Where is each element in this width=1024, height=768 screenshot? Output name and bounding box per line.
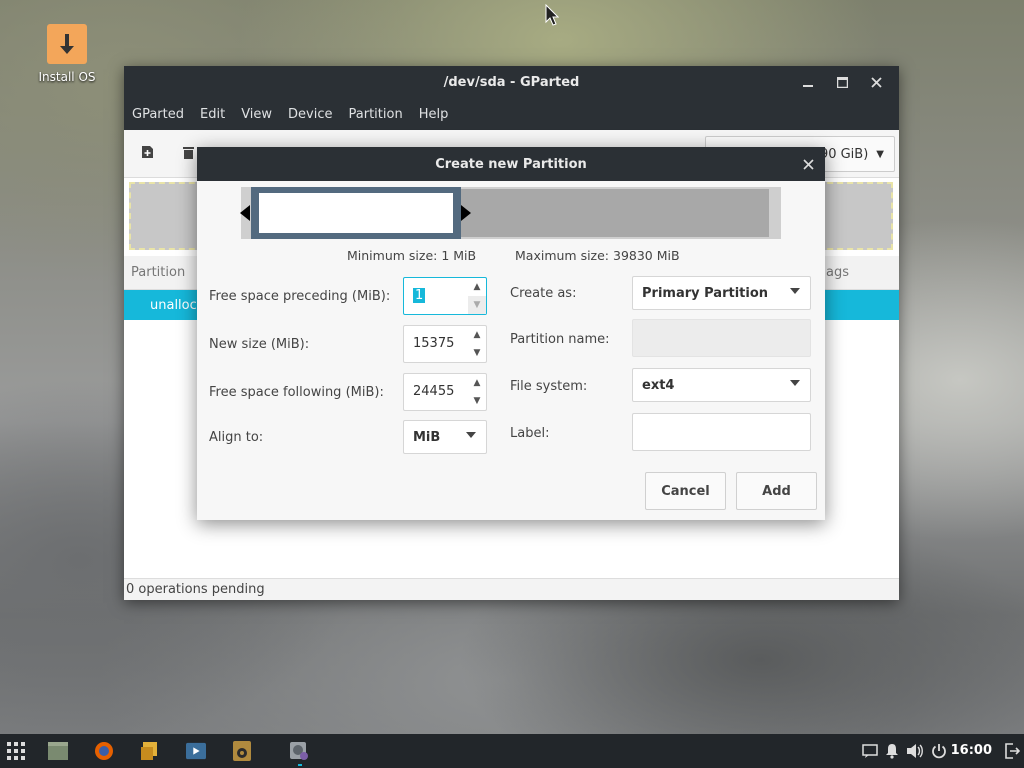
- window-titlebar[interactable]: /dev/sda - GParted: [124, 66, 899, 98]
- notifications-panel-icon[interactable]: [860, 741, 880, 761]
- logout-icon[interactable]: [1002, 741, 1022, 761]
- new-size-label: New size (MiB):: [209, 337, 310, 352]
- chevron-up-icon[interactable]: ▲: [468, 278, 486, 296]
- chevron-down-icon: [790, 380, 800, 386]
- firefox-icon[interactable]: [94, 741, 114, 761]
- partition-name-input: [632, 319, 811, 357]
- maximize-button[interactable]: [825, 66, 859, 98]
- new-partition-button[interactable]: [139, 144, 155, 160]
- menu-device[interactable]: Device: [288, 107, 332, 122]
- add-button[interactable]: Add: [736, 472, 817, 510]
- window-title: /dev/sda - GParted: [443, 74, 580, 90]
- slider-free-space: [461, 189, 769, 237]
- free-preceding-label: Free space preceding (MiB):: [209, 289, 391, 304]
- file-system-value: ext4: [642, 377, 675, 393]
- free-following-label: Free space following (MiB):: [209, 385, 384, 400]
- dialog-title: Create new Partition: [435, 156, 587, 172]
- volume-icon[interactable]: [905, 741, 925, 761]
- dialog-titlebar[interactable]: Create new Partition: [197, 147, 825, 181]
- free-preceding-value[interactable]: 1: [413, 288, 426, 303]
- free-following-spinner[interactable]: 24455 ▲ ▼: [403, 373, 487, 411]
- taskbar: 16:00: [0, 734, 1024, 768]
- maximize-icon: [836, 76, 848, 88]
- mouse-pointer-icon: [545, 3, 560, 30]
- install-os-desktop-icon[interactable]: Install OS: [34, 24, 100, 84]
- close-icon: [870, 76, 882, 88]
- speaker-app-icon[interactable]: [232, 741, 252, 761]
- media-player-icon[interactable]: [186, 741, 206, 761]
- column-partition[interactable]: Partition: [131, 265, 185, 280]
- create-as-select[interactable]: Primary Partition: [632, 276, 811, 310]
- close-button[interactable]: [859, 66, 893, 98]
- device-selector-value: 90 GiB): [819, 146, 869, 162]
- chevron-down-icon: [466, 432, 476, 438]
- align-to-label: Align to:: [209, 430, 264, 445]
- chevron-up-icon[interactable]: ▲: [468, 374, 486, 392]
- trash-icon: [182, 147, 194, 159]
- files-app-icon[interactable]: [140, 741, 160, 761]
- status-bar: 0 operations pending: [124, 578, 899, 600]
- menu-gparted[interactable]: GParted: [132, 107, 184, 122]
- chevron-up-icon[interactable]: ▲: [468, 326, 486, 344]
- file-system-select[interactable]: ext4: [632, 368, 811, 402]
- new-size-value[interactable]: 15375: [413, 326, 454, 362]
- create-as-label: Create as:: [510, 286, 577, 301]
- minimum-size-label: Minimum size: 1 MiB: [347, 248, 477, 263]
- close-icon: [802, 158, 814, 170]
- new-size-spinner[interactable]: 15375 ▲ ▼: [403, 325, 487, 363]
- operations-pending: 0 operations pending: [126, 582, 265, 597]
- slider-new-partition[interactable]: [251, 187, 461, 239]
- slider-left-handle[interactable]: [240, 205, 250, 221]
- new-partition-icon: [141, 146, 153, 158]
- clock[interactable]: 16:00: [951, 734, 992, 768]
- minimize-icon: [803, 85, 813, 87]
- cancel-button[interactable]: Cancel: [645, 472, 726, 510]
- apps-grid-icon[interactable]: [6, 741, 26, 761]
- partition-name-label: Partition name:: [510, 332, 610, 347]
- menubar: GParted Edit View Device Partition Help: [124, 98, 899, 130]
- maximum-size-label: Maximum size: 39830 MiB: [515, 248, 680, 263]
- create-partition-dialog: Create new Partition Minimum size: 1 MiB…: [197, 147, 825, 520]
- gparted-taskbar-icon[interactable]: [289, 741, 309, 761]
- chevron-down-icon[interactable]: ▼: [468, 344, 486, 362]
- partition-size-slider[interactable]: [240, 187, 781, 239]
- chevron-down-icon[interactable]: ▼: [468, 392, 486, 410]
- menu-view[interactable]: View: [241, 107, 272, 122]
- align-to-select[interactable]: MiB: [403, 420, 487, 454]
- install-os-label: Install OS: [38, 70, 96, 84]
- menu-edit[interactable]: Edit: [200, 107, 225, 122]
- active-window-indicator: [298, 764, 302, 766]
- chevron-down-icon: ▼: [876, 148, 884, 160]
- slider-right-handle[interactable]: [461, 205, 471, 221]
- delete-partition-button[interactable]: [180, 144, 196, 160]
- file-system-label: File system:: [510, 379, 588, 394]
- bell-icon[interactable]: [882, 741, 902, 761]
- download-icon: [47, 24, 87, 64]
- menu-help[interactable]: Help: [419, 107, 449, 122]
- free-following-value[interactable]: 24455: [413, 374, 454, 410]
- label-input[interactable]: [632, 413, 811, 451]
- label-field-label: Label:: [510, 426, 550, 441]
- menu-partition[interactable]: Partition: [349, 107, 403, 122]
- create-as-value: Primary Partition: [642, 285, 769, 301]
- chevron-down-icon[interactable]: ▼: [468, 296, 486, 314]
- align-to-value: MiB: [413, 429, 441, 445]
- dialog-close-button[interactable]: [799, 155, 817, 173]
- power-icon[interactable]: [929, 741, 949, 761]
- file-manager-icon[interactable]: [48, 741, 68, 761]
- column-flags[interactable]: ags: [826, 256, 849, 290]
- minimize-button[interactable]: [791, 66, 825, 98]
- chevron-down-icon: [790, 288, 800, 294]
- free-preceding-spinner[interactable]: 1 ▲ ▼: [403, 277, 487, 315]
